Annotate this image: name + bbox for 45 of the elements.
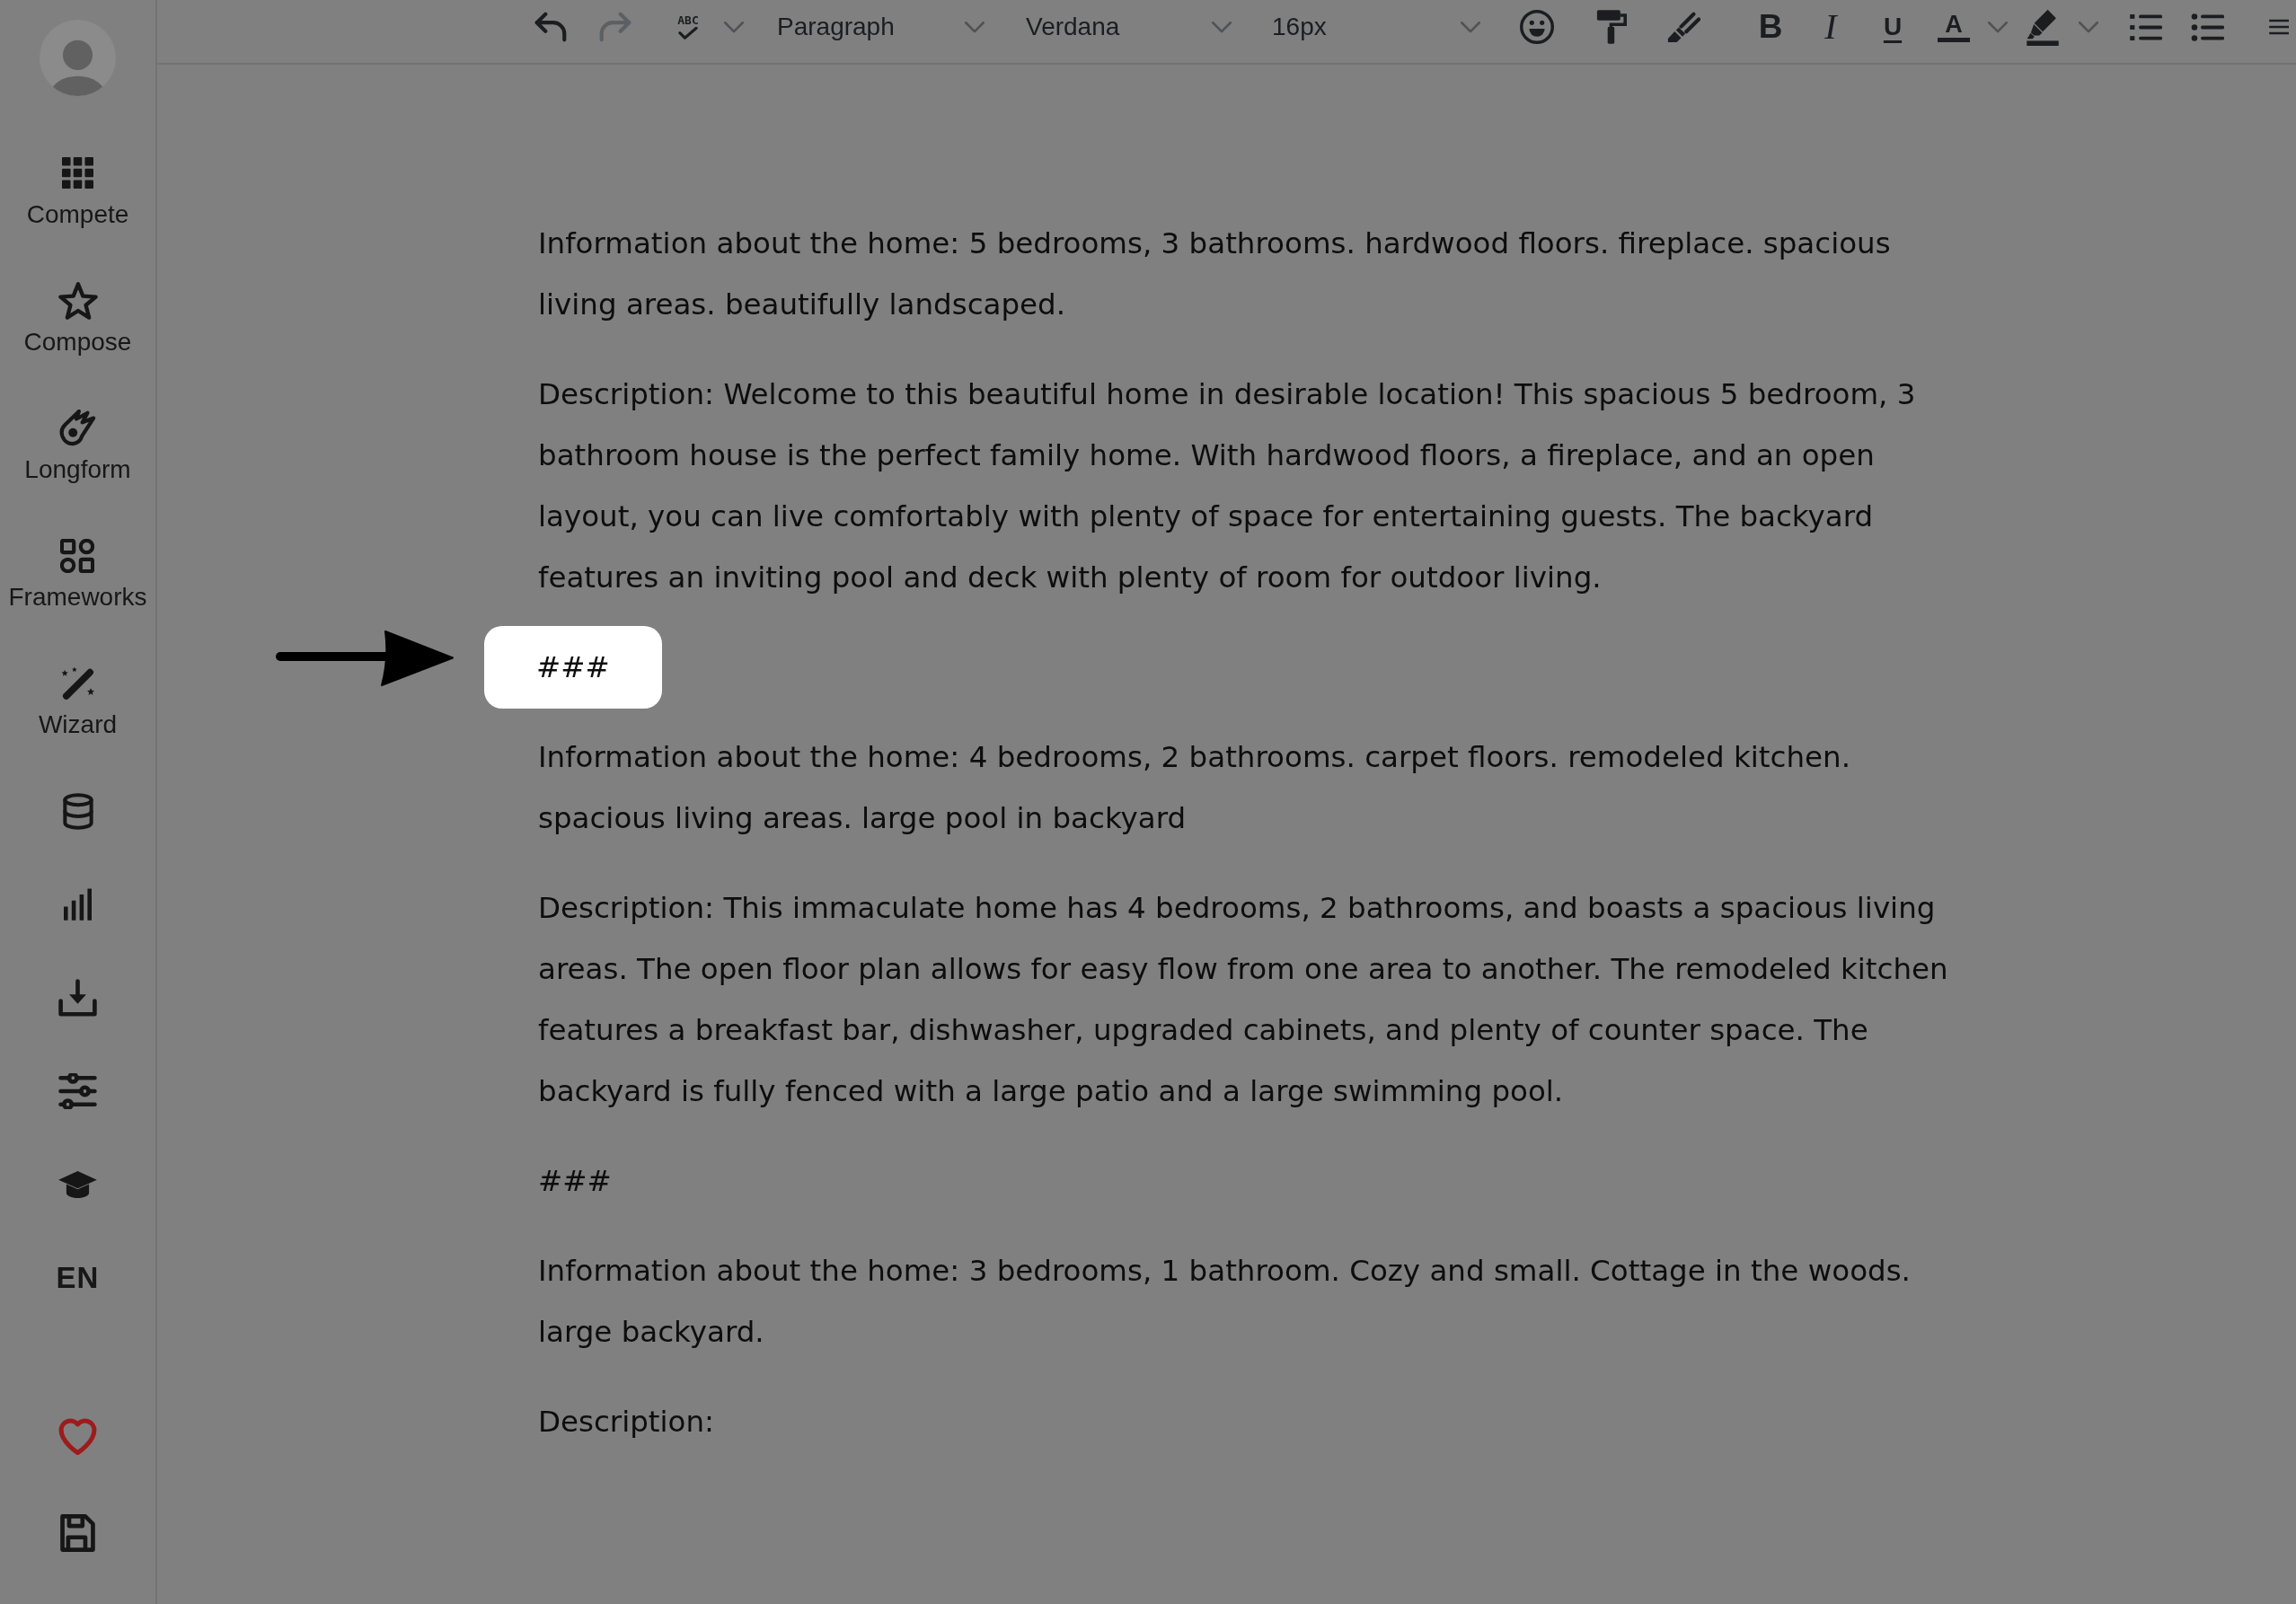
paragraph: Information about the home: 5 bedrooms, 3 bathrooms. hardwood floors. fireplace. spacious living areas. beautifully landscaped.	[538, 225, 1892, 323]
shapes-icon	[60, 538, 95, 573]
chevron-down-icon	[965, 21, 985, 33]
grid-icon	[62, 157, 93, 189]
sidebar-nav-item[interactable]: Frameworks	[8, 535, 147, 611]
paragraph: Information about the home: 4 bedrooms, 2 bathrooms. carpet floors. remodeled kitchen. spacious living areas. large pool in backyard	[538, 739, 1851, 837]
star-icon	[57, 281, 98, 320]
paragraph: Description:	[538, 1404, 716, 1441]
save-icon[interactable]	[60, 1514, 95, 1552]
sliders-icon[interactable]	[58, 1073, 97, 1109]
checkmark-icon	[678, 27, 698, 40]
highlighter-icon[interactable]	[2026, 8, 2060, 46]
block-format-dropdown[interactable]: Paragraph	[768, 12, 986, 42]
paragraph: Description: Welcome to this beautiful home in desirable location! This spacious 5 bedroom, 3 bathroom house is the perfect family home. With hardwood floors, a fireplace, and an open layout, you can live comfortably with plenty of space for entertaining guests. The backyard features an inviting pool and deck with plenty of room for outdoor living.	[538, 376, 1917, 596]
language-button[interactable]: EN	[56, 1262, 100, 1294]
italic-button[interactable]: I	[1814, 7, 1848, 47]
magic-wand-icon	[59, 665, 96, 701]
graduation-cap-icon[interactable]	[57, 1170, 98, 1199]
color-swatch-icon	[1938, 37, 1970, 42]
chevron-down-icon	[1461, 21, 1480, 33]
sidebar-nav-item[interactable]: Compete	[26, 153, 129, 228]
paragraph: Information about the home: 3 bedrooms, 1 bathroom. Cozy and small. Cottage in the woods. large backyard.	[538, 1253, 1912, 1351]
database-icon[interactable]	[62, 792, 93, 830]
underline-button[interactable]: U	[1876, 7, 1910, 47]
undo-icon[interactable]	[534, 12, 567, 42]
font-size-dropdown[interactable]: 16px	[1263, 12, 1482, 42]
paragraph: ###	[538, 1163, 613, 1200]
bold-button[interactable]: B	[1753, 7, 1788, 47]
download-icon[interactable]	[58, 979, 97, 1017]
sidebar-nav-item[interactable]: Wizard	[38, 663, 118, 738]
sidebar-nav-item[interactable]: Compose	[23, 280, 132, 356]
sidebar-nav-item[interactable]: Longform	[24, 408, 131, 483]
list-icon[interactable]	[2129, 12, 2162, 42]
bullet-list-icon[interactable]	[2191, 12, 2224, 42]
bar-chart-icon[interactable]	[64, 888, 92, 921]
paragraph: Description: This immaculate home has 4 bedrooms, 2 bathrooms, and boasts a spacious living areas. The open floor plan allows for easy flow from one area to another. The remodeled kitchen features a breakfast bar, dishwasher, upgraded cabinets, and plenty of counter space. The backyard is fully fenced with a large patio and a large swimming pool.	[538, 890, 1949, 1110]
emoji-icon[interactable]	[1520, 10, 1554, 44]
comet-icon	[58, 409, 97, 447]
chevron-down-icon	[1212, 21, 1232, 33]
spellcheck-button[interactable]: ABC	[675, 14, 702, 40]
text-color-button[interactable]: A	[1937, 7, 1971, 47]
highlighted-paragraph: ###	[484, 626, 662, 709]
paint-roller-icon[interactable]	[1596, 9, 1627, 45]
font-family-dropdown[interactable]: Verdana	[1017, 12, 1233, 42]
brush-icon[interactable]	[1666, 10, 1700, 44]
